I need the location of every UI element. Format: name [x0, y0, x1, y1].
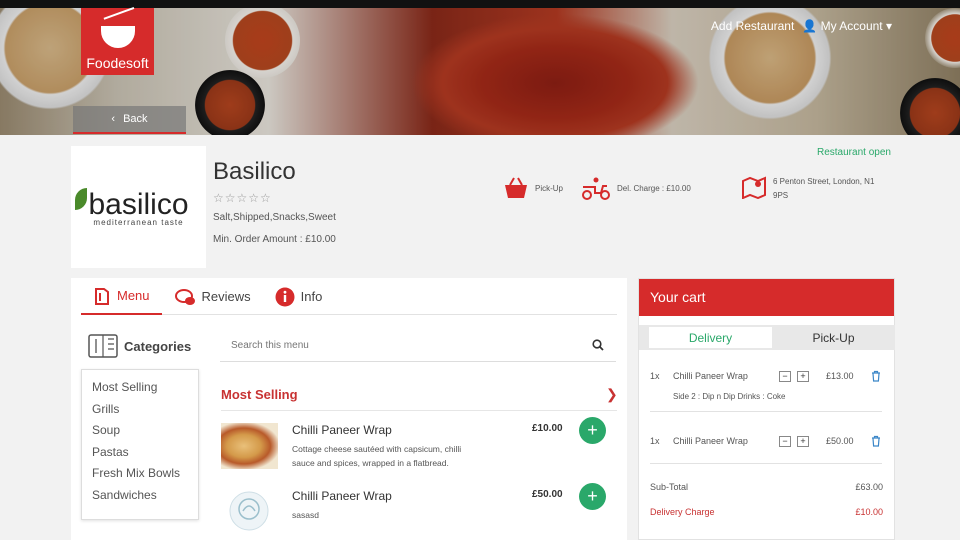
item-name: Chilli Paneer Wrap: [292, 489, 392, 503]
search-input[interactable]: [220, 330, 580, 360]
cart-item-price: £50.00: [826, 436, 854, 446]
trash-icon[interactable]: [871, 435, 881, 447]
menu-search: [220, 330, 616, 362]
leaf-icon: [75, 188, 87, 210]
category-item[interactable]: Sandwiches: [92, 488, 188, 510]
restaurant-status: Restaurant open: [817, 147, 891, 158]
category-item[interactable]: Pastas: [92, 445, 188, 467]
section-title: Most Selling: [221, 387, 298, 402]
cart-tab-pickup[interactable]: Pick-Up: [772, 325, 895, 350]
increase-qty-button[interactable]: +: [797, 436, 809, 447]
add-restaurant-link[interactable]: Add Restaurant: [711, 19, 794, 33]
cart-divider: [650, 463, 882, 464]
delivery-charge-total-label: Delivery Charge: [650, 507, 715, 517]
search-icon[interactable]: [592, 339, 604, 351]
categories-title: Categories: [124, 338, 192, 354]
logo-tagline: mediterranean taste: [93, 217, 184, 227]
cuisine-list: Salt,Shipped,Snacks,Sweet: [213, 212, 336, 223]
section-divider: [221, 410, 617, 411]
site-logo[interactable]: Foodesoft: [81, 6, 154, 75]
info-icon: [275, 287, 295, 306]
bowl-icon: [101, 26, 135, 48]
cutlery-menu-icon: [88, 334, 118, 358]
tab-reviews-label: Reviews: [201, 289, 251, 304]
restaurant-logo: basilico mediterranean taste: [71, 146, 206, 268]
address-info: 6 Penton Street, London, N1 9PS: [741, 175, 891, 203]
category-item[interactable]: Most Selling: [92, 380, 188, 402]
logo-wordmark: basilico: [88, 187, 189, 221]
category-item[interactable]: Fresh Mix Bowls: [92, 466, 188, 488]
map-icon: [742, 176, 766, 199]
cart-item-extras: Side 2 : Dip n Dip Drinks : Coke: [673, 392, 786, 401]
reviews-chat-icon: [174, 288, 195, 305]
chef-hat-icon: [229, 491, 269, 531]
tab-info[interactable]: Info: [263, 278, 335, 315]
subtotal-row: Sub-Total £63.00: [650, 482, 883, 492]
cart-tab-delivery[interactable]: Delivery: [649, 327, 772, 348]
delivery-scooter-icon: [582, 177, 610, 200]
decrease-qty-button[interactable]: −: [779, 436, 791, 447]
delivery-charge-info: Del. Charge : £10.00: [581, 176, 691, 200]
item-description: sasasd: [292, 510, 319, 520]
restaurant-tabs: Menu Reviews Info: [81, 278, 617, 315]
top-nav: Add Restaurant 👤 My Account ▾: [711, 19, 892, 33]
item-price: £10.00: [532, 423, 563, 434]
cart-divider: [650, 411, 882, 412]
tab-menu-label: Menu: [117, 288, 150, 303]
rating-stars: ☆☆☆☆☆: [213, 191, 272, 205]
chevron-left-icon: ‹: [111, 113, 116, 125]
menu-book-icon: [95, 287, 109, 305]
logo-text: Foodesoft: [86, 55, 149, 71]
item-name: Chilli Paneer Wrap: [292, 423, 392, 437]
caret-down-icon: ▾: [885, 19, 892, 33]
categories-heading: Categories: [88, 334, 191, 358]
my-account-menu[interactable]: 👤 My Account ▾: [802, 19, 892, 33]
chevron-right-icon[interactable]: ❯: [606, 386, 618, 403]
subtotal-label: Sub-Total: [650, 482, 689, 492]
address-label: 6 Penton Street, London, N1 9PS: [773, 177, 875, 200]
add-to-cart-button[interactable]: +: [579, 483, 606, 510]
trash-icon[interactable]: [871, 370, 881, 382]
tab-reviews[interactable]: Reviews: [162, 278, 263, 315]
add-to-cart-button[interactable]: +: [579, 417, 606, 444]
cart-title: Your cart: [639, 279, 894, 316]
menu-panel: Menu Reviews Info Categories Most Sellin…: [71, 278, 627, 540]
subtotal-value: £63.00: [855, 482, 883, 492]
increase-qty-button[interactable]: +: [797, 371, 809, 382]
decrease-qty-button[interactable]: −: [779, 371, 791, 382]
my-account-label: My Account: [820, 19, 883, 33]
pickup-info: Pick-Up: [503, 176, 563, 200]
tab-menu[interactable]: Menu: [81, 278, 162, 315]
item-description: Cottage cheese sautéed with capsicum, ch…: [292, 444, 462, 468]
cart-item-qty: 1x: [650, 436, 660, 446]
cart-item-qty: 1x: [650, 371, 660, 381]
cart-item-price: £13.00: [826, 371, 854, 381]
back-label: Back: [123, 113, 148, 125]
delivery-charge-label: Del. Charge : £10.00: [617, 183, 691, 193]
delivery-charge-total-value: £10.00: [855, 507, 883, 517]
categories-list: Most Selling Grills Soup Pastas Fresh Mi…: [81, 369, 199, 520]
category-item[interactable]: Soup: [92, 423, 188, 445]
user-icon: 👤: [802, 19, 818, 33]
basket-icon: [505, 177, 527, 198]
cart-item-name: Chilli Paneer Wrap: [673, 371, 748, 381]
item-image-placeholder: [221, 489, 278, 535]
cart-order-type-tabs: Delivery Pick-Up: [639, 325, 895, 350]
min-order-amount: Min. Order Amount : £10.00: [213, 234, 336, 245]
back-button[interactable]: ‹ Back: [73, 106, 186, 134]
tab-info-label: Info: [300, 289, 323, 304]
cart-item-name: Chilli Paneer Wrap: [673, 436, 748, 446]
window-top-bar: [0, 0, 960, 8]
item-price: £50.00: [532, 489, 563, 500]
cart-panel: Your cart Delivery Pick-Up 1x Chilli Pan…: [638, 278, 895, 540]
pickup-label: Pick-Up: [535, 183, 564, 193]
category-item[interactable]: Grills: [92, 402, 188, 424]
item-image: [221, 423, 278, 469]
restaurant-name: Basilico: [213, 158, 296, 185]
delivery-charge-row: Delivery Charge £10.00: [650, 507, 883, 517]
